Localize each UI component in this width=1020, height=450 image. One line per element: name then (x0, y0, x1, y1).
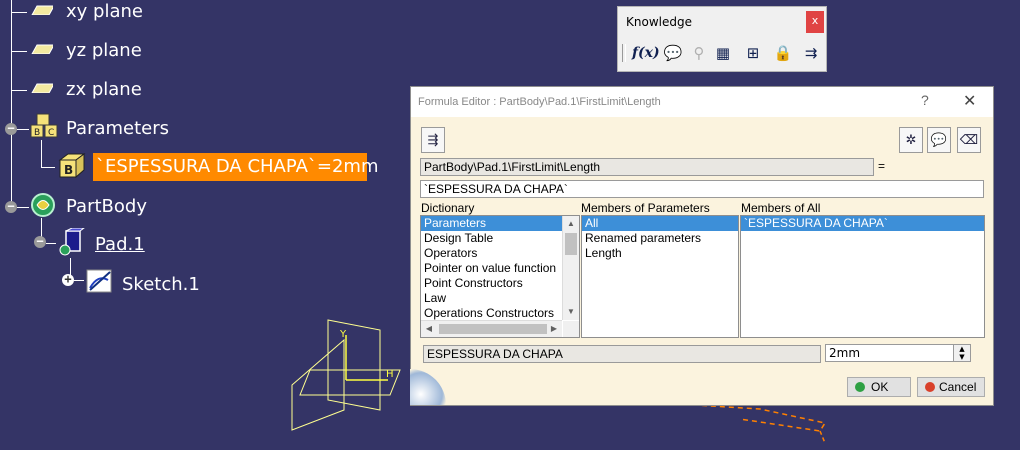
decrement-icon[interactable]: ▼ (953, 353, 970, 361)
vertical-scrollbar[interactable]: ▲ ▼ (562, 216, 579, 320)
svg-text:B: B (34, 128, 40, 138)
scroll-right-icon[interactable]: ▶ (546, 321, 562, 337)
tree-item-parameter-selected[interactable]: `ESPESSURA DA CHAPA`=2mm (93, 153, 379, 181)
list-item[interactable]: Operations Constructors (421, 306, 562, 321)
ok-button[interactable]: OK (847, 377, 911, 397)
eraser-icon[interactable]: ⌫ (957, 127, 981, 153)
catia-logo-icon (410, 369, 446, 405)
list-item[interactable]: Law (421, 291, 562, 306)
cancel-button[interactable]: Cancel (917, 377, 985, 397)
sketch-icon (86, 269, 112, 293)
list-item[interactable]: `ESPESSURA DA CHAPA` (741, 216, 984, 231)
tree-branch-line (41, 167, 55, 168)
list-item[interactable]: Operators (421, 246, 562, 261)
close-icon[interactable]: x (806, 11, 824, 33)
tree-branch-line (74, 280, 84, 281)
tree-item-partbody[interactable]: PartBody (66, 196, 147, 217)
members-of-parameters-header: Members of Parameters (581, 201, 710, 215)
members-of-all-list[interactable]: `ESPESSURA DA CHAPA` (740, 215, 985, 338)
tree-branch-line (17, 129, 29, 130)
scroll-down-icon[interactable]: ▼ (563, 304, 579, 320)
dictionary-header: Dictionary (421, 201, 475, 215)
tree-trunk-line (11, 0, 12, 210)
tree-branch-line (41, 140, 42, 167)
tree-item-sketch[interactable]: Sketch.1 (122, 274, 200, 295)
tree-branch-line (17, 207, 29, 208)
plane-icon (31, 44, 53, 54)
tree-branch-line (46, 243, 56, 244)
list-item[interactable]: Design Table (421, 231, 562, 246)
list-item[interactable]: Pointer on value function (421, 261, 562, 276)
network-icon[interactable]: ⊞ (742, 41, 764, 65)
scroll-left-icon[interactable]: ◀ (421, 321, 437, 337)
tree-branch-line (11, 90, 27, 91)
tree-branch-line (11, 12, 27, 13)
equivalence-icon[interactable]: ⇉ (800, 41, 822, 65)
scroll-thumb[interactable] (439, 324, 547, 334)
ok-label: OK (871, 380, 889, 394)
partbody-icon (31, 193, 55, 217)
list-item[interactable]: Renamed parameters (582, 231, 738, 246)
list-item[interactable]: Parameters (421, 216, 562, 231)
list-item[interactable]: All (582, 216, 738, 231)
svg-text:H: H (386, 369, 394, 380)
axis-system-icon: Y H (291, 319, 401, 431)
list-item[interactable]: Length (582, 246, 738, 261)
plane-icon (31, 5, 53, 15)
parameter-cube-icon: B (58, 153, 86, 179)
formula-icon[interactable]: f(x) (632, 41, 660, 65)
toolbar-grip[interactable] (622, 44, 626, 62)
formula-input[interactable]: `ESPESSURA DA CHAPA` (420, 180, 984, 198)
knowledge-tools: f(x) 💬 ⚲ ▦ ⊞ 🔒 ⇉ (622, 41, 822, 67)
parameter-value[interactable]: 2mm (829, 346, 860, 360)
parameters-icon: B C (30, 113, 58, 138)
members-of-all-header: Members of All (741, 201, 821, 215)
dictionary-list[interactable]: Parameters Design Table Operators Pointer o… (420, 215, 580, 338)
close-icon[interactable]: ✕ (963, 91, 976, 111)
scroll-thumb[interactable] (565, 233, 577, 255)
knowledge-toolbar-title: Knowledge (626, 15, 692, 29)
comment-icon[interactable]: 💬 (927, 127, 951, 153)
ok-icon (855, 382, 865, 392)
scroll-corner (563, 321, 579, 337)
pad-icon (59, 228, 85, 256)
tree-item-parameters[interactable]: Parameters (66, 118, 169, 139)
collapse-icon[interactable]: − (34, 235, 46, 248)
selected-parameter-name: ESPESSURA DA CHAPA (423, 345, 821, 363)
knowledge-toolbar: Knowledge x f(x) 💬 ⚲ ▦ ⊞ 🔒 ⇉ (617, 6, 827, 72)
equals-label: = (878, 159, 886, 173)
dialog-titlebar[interactable]: Formula Editor : PartBody\Pad.1\FirstLim… (411, 87, 993, 117)
cancel-label: Cancel (939, 380, 977, 394)
cancel-icon (925, 382, 935, 392)
tree-branch-line (11, 51, 27, 52)
help-icon[interactable]: ? (921, 92, 929, 108)
scroll-up-icon[interactable]: ▲ (563, 216, 579, 232)
check-icon[interactable]: ⚲ (688, 41, 710, 65)
dialog-title: Formula Editor : PartBody\Pad.1\FirstLim… (418, 96, 661, 108)
svg-text:C: C (48, 128, 54, 138)
parameter-item-label: `ESPESSURA DA CHAPA`=2mm (96, 156, 379, 177)
svg-text:Y: Y (339, 329, 347, 340)
tree-item-pad[interactable]: Pad.1 (95, 234, 145, 255)
tree-item-xy-plane[interactable]: xy plane (66, 1, 143, 22)
collapse-icon[interactable]: − (5, 122, 17, 135)
plane-icon (31, 83, 53, 93)
list-item[interactable]: Point Constructors (421, 276, 562, 291)
comment-icon[interactable]: 💬 (662, 41, 684, 65)
horizontal-scrollbar[interactable]: ◀ ▶ (421, 320, 562, 337)
expand-icon[interactable]: + (62, 273, 74, 286)
svg-text:B: B (64, 163, 73, 177)
table-icon[interactable]: ▦ (712, 41, 734, 65)
search-icon[interactable]: ✲ (899, 127, 923, 153)
collapse-icon[interactable]: − (5, 200, 17, 213)
incremental-icon[interactable]: ⇶ (421, 127, 445, 153)
tree-item-yz-plane[interactable]: yz plane (66, 40, 142, 61)
parameter-path-field: PartBody\Pad.1\FirstLimit\Length (420, 158, 874, 176)
tree-item-zx-plane[interactable]: zx plane (66, 79, 142, 100)
members-of-parameters-list[interactable]: All Renamed parameters Length (581, 215, 739, 338)
lock-icon[interactable]: 🔒 (772, 41, 794, 65)
parameter-value-stepper[interactable]: 2mm ▲ ▼ (825, 344, 971, 362)
